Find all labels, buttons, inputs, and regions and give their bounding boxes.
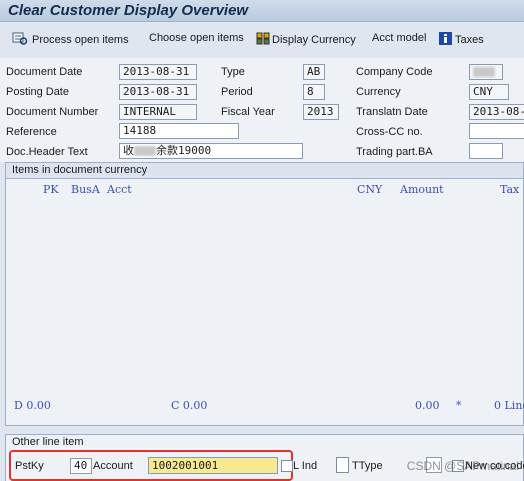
posting-date-label: Posting Date (6, 86, 69, 98)
taxes-label: Taxes (455, 33, 484, 46)
document-date-field[interactable]: 2013-08-31 (119, 64, 197, 80)
account-label: Account (93, 460, 133, 472)
other-line-item-title: Other line item (12, 436, 84, 448)
acct-model-label: Acct model (372, 32, 427, 44)
redacted-company-code (473, 67, 495, 77)
document-date-label: Document Date (6, 66, 83, 78)
company-code-label: Company Code (356, 66, 433, 78)
page-title: Clear Customer Display Overview (8, 2, 249, 19)
company-code-field[interactable] (469, 64, 503, 80)
pstky-label: PstKy (15, 460, 44, 472)
title-bar: Clear Customer Display Overview (0, 0, 524, 22)
document-number-label: Document Number (6, 106, 99, 118)
doc-header-text-field[interactable]: 收 余款19000 (119, 143, 303, 159)
doc-header-text-prefix: 收 (123, 144, 134, 157)
cross-cc-no-label: Cross-CC no. (356, 126, 423, 138)
ttype-checkbox[interactable] (336, 457, 349, 473)
debit-value: 0.00 (26, 399, 51, 412)
cross-cc-no-field[interactable] (469, 123, 524, 139)
process-open-items-label: Process open items (32, 33, 129, 46)
other-line-item-panel: Other line item PstKy 40 Account 1002001… (5, 434, 524, 481)
credit-label: C (171, 399, 180, 412)
column-header-acct[interactable]: Acct (107, 183, 132, 196)
account-field[interactable]: 1002001001 (148, 457, 278, 474)
items-in-document-currency-panel: Items in document currency PK BusA Acct … (5, 162, 524, 426)
posting-key-field[interactable]: 40 (70, 458, 92, 474)
fiscal-year-label: Fiscal Year (221, 106, 275, 118)
info-icon (439, 32, 452, 48)
document-header: Document Date 2013-08-31 Posting Date 20… (0, 58, 524, 162)
application-toolbar: Process open items Choose open items Dis… (0, 28, 524, 50)
items-panel-title: Items in document currency (6, 163, 523, 179)
ttype-label: TType (352, 460, 383, 472)
currency-label: Currency (356, 86, 401, 98)
acct-model-button[interactable]: Acct model (372, 32, 426, 44)
column-header-tax[interactable]: Tax (500, 183, 519, 196)
sgl-ind-checkbox[interactable] (281, 460, 293, 472)
type-label: Type (221, 66, 245, 78)
credit-total: C 0.00 (171, 399, 207, 412)
period-field[interactable]: 8 (303, 84, 325, 100)
debit-total: D 0.00 (14, 399, 51, 412)
currency-field[interactable]: CNY (469, 84, 509, 100)
reference-label: Reference (6, 126, 57, 138)
process-items-icon (12, 32, 28, 48)
column-header-pk[interactable]: PK (43, 183, 59, 196)
credit-value: 0.00 (182, 399, 208, 412)
translatn-date-label: Translatn Date (356, 106, 428, 118)
taxes-button[interactable]: Taxes (439, 32, 484, 48)
column-header-amount[interactable]: Amount (400, 183, 444, 196)
period-label: Period (221, 86, 253, 98)
doc-header-text-label: Doc.Header Text (6, 146, 88, 158)
column-header-currency[interactable]: CNY (357, 183, 382, 196)
currency-icon (256, 32, 271, 48)
watermark: CSDN @SAPmatinal (406, 459, 519, 473)
process-open-items-button[interactable]: Process open items (12, 32, 129, 48)
translatn-date-field[interactable]: 2013-08- (469, 104, 524, 120)
fiscal-year-field[interactable]: 2013 (303, 104, 339, 120)
type-field[interactable]: AB (303, 64, 325, 80)
reference-field[interactable]: 14188 (119, 123, 239, 139)
trading-part-ba-field[interactable] (469, 143, 503, 159)
choose-open-items-label: Choose open items (149, 32, 244, 44)
sgl-ind-label: L Ind (293, 460, 318, 472)
document-number-field[interactable]: INTERNAL (119, 104, 197, 120)
debit-label: D (14, 399, 23, 412)
display-currency-label: Display Currency (272, 33, 356, 46)
balance-value: 0.00 (415, 399, 440, 412)
column-header-busa[interactable]: BusA (71, 183, 100, 196)
balance-marker: * (456, 399, 462, 412)
posting-date-field[interactable]: 2013-08-31 (119, 84, 197, 100)
display-currency-button[interactable]: Display Currency (256, 32, 356, 48)
redacted-text (134, 146, 156, 156)
choose-open-items-button[interactable]: Choose open items (149, 32, 244, 44)
doc-header-text-suffix: 余款19000 (156, 144, 212, 157)
line-count: 0 Line (494, 399, 524, 412)
trading-part-ba-label: Trading part.BA (356, 146, 433, 158)
